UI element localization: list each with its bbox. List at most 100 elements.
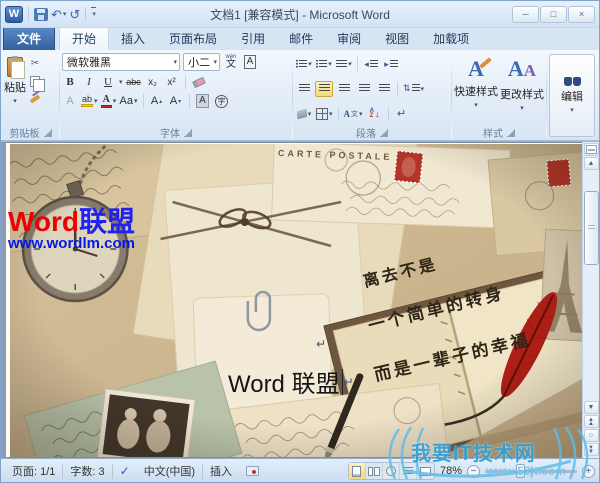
previous-page-button[interactable]: ▲ ▲: [583, 415, 599, 428]
chevron-down-icon[interactable]: ▾: [94, 97, 98, 105]
close-button[interactable]: ×: [568, 5, 595, 23]
superscript-button[interactable]: x²: [164, 74, 180, 90]
customize-qat-button[interactable]: ▾: [91, 7, 96, 21]
underline-button[interactable]: U: [100, 74, 116, 90]
scroll-up-button[interactable]: ▲: [583, 157, 599, 170]
insert-mode[interactable]: 插入: [203, 463, 239, 479]
borders-button[interactable]: ▾: [315, 106, 334, 122]
strikethrough-button[interactable]: abc: [126, 74, 142, 90]
format-painter-button[interactable]: [26, 91, 44, 107]
chevron-down-icon[interactable]: ▾: [328, 60, 332, 68]
dialog-launcher-styles[interactable]: [507, 128, 515, 137]
quick-styles-button[interactable]: A 快速样式 ▾: [454, 53, 498, 125]
copy-button[interactable]: [26, 73, 45, 92]
page-indicator[interactable]: 页面: 1/1: [5, 463, 62, 479]
change-styles-button[interactable]: AA 更改样式 ▾: [500, 53, 544, 125]
macro-record-button[interactable]: [239, 466, 266, 476]
chevron-down-icon[interactable]: ▾: [119, 78, 123, 86]
align-left-button[interactable]: [295, 81, 313, 97]
increase-indent-button[interactable]: ▸: [382, 56, 400, 72]
tab-addins[interactable]: 加载项: [421, 27, 481, 50]
pinyin-button[interactable]: A: [62, 93, 78, 109]
chevron-down-icon[interactable]: ▾: [520, 104, 524, 112]
web-layout-button[interactable]: [383, 463, 400, 479]
word-count[interactable]: 字数: 3: [63, 463, 111, 479]
change-case-button[interactable]: Aa ▾: [120, 93, 138, 109]
clear-formatting-button[interactable]: [191, 74, 207, 90]
chevron-down-icon[interactable]: ▾: [308, 110, 312, 118]
line-spacing-button[interactable]: ⇅ ▾: [402, 81, 425, 97]
chevron-down-icon[interactable]: ▾: [134, 97, 138, 105]
full-screen-reading-button[interactable]: [366, 463, 383, 479]
word-app-icon[interactable]: W: [5, 5, 23, 23]
chevron-down-icon[interactable]: ▾: [421, 85, 425, 93]
draft-view-button[interactable]: [417, 463, 434, 479]
print-layout-view-button[interactable]: [348, 463, 366, 479]
zoom-in-button[interactable]: +: [582, 464, 595, 478]
align-right-button[interactable]: [335, 81, 353, 97]
tab-review[interactable]: 审阅: [325, 27, 373, 50]
zoom-slider[interactable]: [485, 464, 577, 478]
font-name-combo[interactable]: 微软雅黑 ▾: [62, 53, 180, 71]
phonetic-guide-button[interactable]: wén 文: [223, 54, 239, 70]
multilevel-list-button[interactable]: ▾: [335, 56, 353, 72]
redo-button[interactable]: ↺: [69, 8, 80, 21]
editing-button[interactable]: 编辑 ▾: [549, 54, 595, 137]
save-icon[interactable]: [34, 7, 48, 21]
chevron-down-icon[interactable]: ▾: [308, 60, 312, 68]
chevron-down-icon[interactable]: ▾: [359, 110, 363, 118]
sort-button[interactable]: A Z ↓: [366, 106, 384, 122]
document-body-text[interactable]: Word 联盟 ↵: [228, 364, 354, 399]
shading-button[interactable]: ▾: [295, 106, 313, 122]
scroll-down-button[interactable]: ▼: [583, 401, 599, 414]
chevron-down-icon[interactable]: ▾: [213, 58, 217, 66]
enclose-characters-button[interactable]: 字: [214, 93, 230, 109]
zoom-slider-thumb[interactable]: [516, 464, 526, 478]
tab-file[interactable]: 文件: [3, 26, 56, 50]
font-color-button[interactable]: A ▾: [100, 93, 117, 109]
dialog-launcher-font[interactable]: [184, 128, 192, 137]
chevron-down-icon[interactable]: ▾: [570, 106, 574, 114]
zoom-level[interactable]: 78%: [440, 465, 462, 477]
bold-button[interactable]: B: [62, 74, 78, 90]
tab-references[interactable]: 引用: [229, 27, 277, 50]
character-border-button[interactable]: A: [242, 54, 258, 70]
spell-check-status[interactable]: ✓: [113, 464, 137, 478]
minimize-button[interactable]: ─: [512, 5, 539, 23]
dialog-launcher-paragraph[interactable]: [380, 128, 388, 137]
tab-insert[interactable]: 插入: [109, 27, 157, 50]
chevron-down-icon[interactable]: ▾: [329, 110, 333, 118]
show-hide-marks-button[interactable]: ↵: [393, 106, 411, 122]
tab-home[interactable]: 开始: [59, 26, 110, 50]
undo-button[interactable]: ↶ ▾: [51, 8, 66, 21]
chevron-down-icon[interactable]: ▾: [113, 97, 117, 105]
numbering-button[interactable]: ▾: [315, 56, 333, 72]
paste-button[interactable]: 粘贴 ▾: [4, 53, 26, 125]
tab-mailings[interactable]: 邮件: [277, 27, 325, 50]
zoom-out-button[interactable]: −: [467, 464, 480, 478]
bullets-button[interactable]: ▾: [295, 56, 313, 72]
grow-font-button[interactable]: A ▴: [149, 93, 165, 109]
select-browse-object-button[interactable]: ○: [583, 429, 599, 442]
dialog-launcher-clipboard[interactable]: [43, 128, 52, 137]
tab-view[interactable]: 视图: [373, 27, 421, 50]
document-page[interactable]: CARTE POSTALE Word联盟 www.wordlm.com 离去不是…: [6, 143, 582, 457]
asian-layout-button[interactable]: A 文 ▾: [343, 106, 364, 122]
chevron-down-icon[interactable]: ▾: [348, 60, 352, 68]
character-shading-button[interactable]: A: [195, 93, 211, 109]
chevron-down-icon[interactable]: ▾: [63, 8, 67, 21]
language-status[interactable]: 中文(中国): [137, 463, 202, 479]
outline-view-button[interactable]: [400, 463, 417, 479]
ruler-toggle-button[interactable]: [583, 143, 599, 156]
shrink-font-button[interactable]: A ▾: [168, 93, 184, 109]
restore-button[interactable]: □: [540, 5, 567, 23]
decrease-indent-button[interactable]: ◂: [362, 56, 380, 72]
subscript-button[interactable]: x₂: [145, 74, 161, 90]
text-highlight-button[interactable]: ab ▾: [81, 93, 98, 109]
chevron-down-icon[interactable]: ▾: [474, 101, 478, 109]
cut-button[interactable]: ✂: [26, 55, 44, 71]
justify-button[interactable]: [355, 81, 373, 97]
font-size-combo[interactable]: 小二 ▾: [183, 53, 220, 71]
align-center-button[interactable]: [315, 80, 333, 97]
chevron-down-icon[interactable]: ▾: [13, 97, 17, 105]
